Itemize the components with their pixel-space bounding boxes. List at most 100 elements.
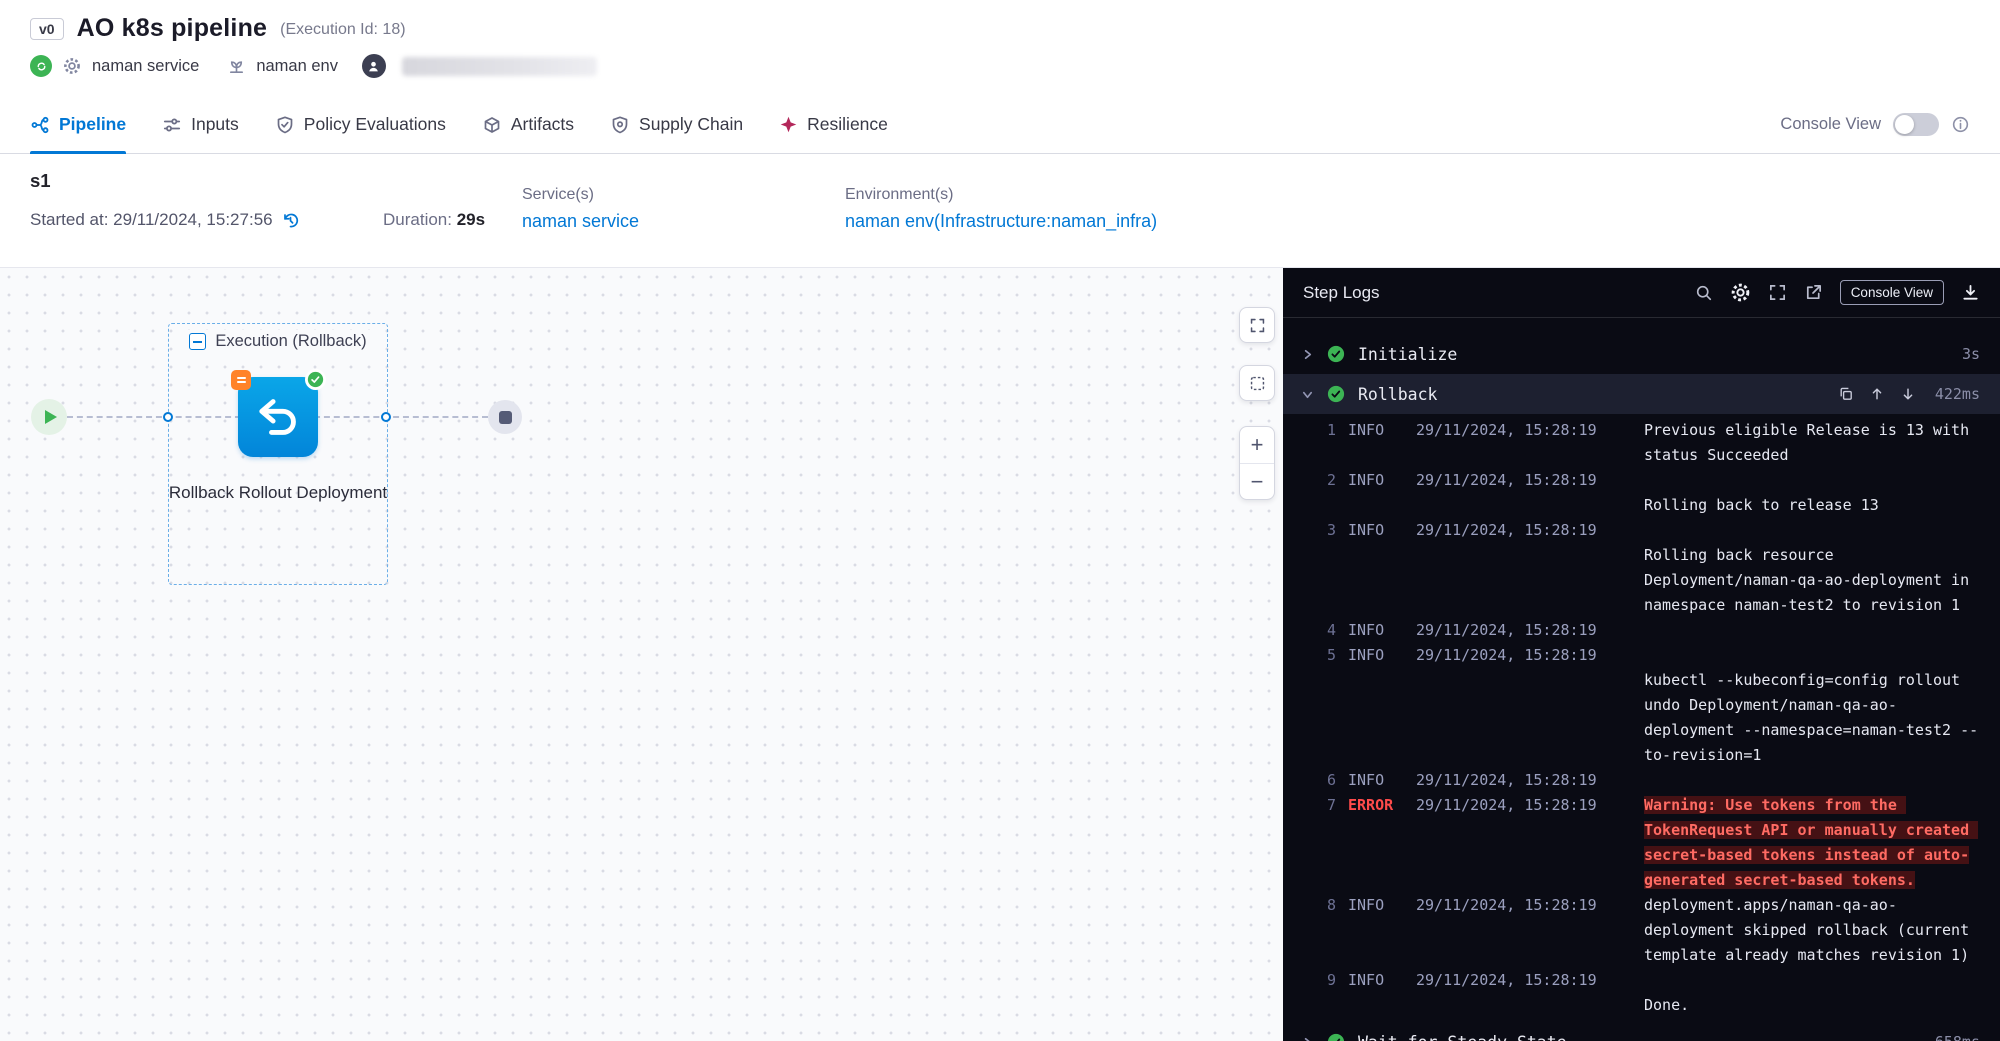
log-line: 3 INFO 29/11/2024, 15:28:19 Rolling back… [1283, 518, 2000, 618]
log-line: 7 ERROR 29/11/2024, 15:28:19 Warning: Us… [1283, 793, 2000, 893]
log-line: 2 INFO 29/11/2024, 15:28:19 Rolling back… [1283, 468, 2000, 518]
tab-artifacts[interactable]: Artifacts [482, 96, 574, 153]
section-name: Rollback [1358, 385, 1437, 404]
log-section-wait-for-steady-state[interactable]: Wait for Steady State 658ms [1283, 1022, 2000, 1041]
strategy-badge-icon [231, 370, 251, 390]
log-timestamp: 29/11/2024, 15:28:19 [1416, 643, 1632, 768]
log-timestamp: 29/11/2024, 15:28:19 [1416, 968, 1632, 1018]
log-level: INFO [1348, 418, 1404, 468]
chevron-down-icon [1301, 388, 1314, 401]
supply-chain-icon [610, 115, 630, 135]
log-panel-title: Step Logs [1303, 283, 1380, 303]
stage-summary-bar: s1 Started at: 29/11/2024, 15:27:56 Dura… [0, 154, 2000, 268]
log-lines-container[interactable]: 1 INFO 29/11/2024, 15:28:19 Previous eli… [1283, 414, 2000, 1022]
canvas-zoom-controls: + − [1239, 426, 1275, 500]
console-view-toggle[interactable] [1893, 113, 1939, 136]
canvas-fullscreen-button[interactable] [1239, 307, 1275, 343]
log-timestamp: 29/11/2024, 15:28:19 [1416, 793, 1632, 893]
tab-policy-evaluations[interactable]: Policy Evaluations [275, 96, 446, 153]
pipeline-version-badge: v0 [30, 18, 64, 40]
log-line-number: 4 [1299, 618, 1336, 643]
redacted-user-text [402, 57, 597, 76]
chevron-right-icon [1301, 1036, 1314, 1041]
log-level: INFO [1348, 768, 1404, 793]
console-view-label: Console View [1780, 115, 1881, 134]
inputs-icon [162, 115, 182, 135]
artifacts-box-icon [482, 115, 502, 135]
section-duration: 3s [1962, 345, 1980, 363]
execution-id: (Execution Id: 18) [280, 21, 405, 39]
log-line: 1 INFO 29/11/2024, 15:28:19 Previous eli… [1283, 418, 2000, 468]
edge-connector [163, 412, 173, 422]
step-node-label: Rollback Rollout Deployment [168, 480, 388, 506]
triggered-by-avatar [362, 54, 386, 78]
success-check-icon [1327, 385, 1345, 403]
tab-pipeline[interactable]: Pipeline [30, 96, 126, 153]
log-line: 4 INFO 29/11/2024, 15:28:19 [1283, 618, 2000, 643]
rollback-arrow-icon [252, 391, 304, 443]
log-level: INFO [1348, 518, 1404, 618]
log-level: INFO [1348, 468, 1404, 518]
rollback-step-node[interactable] [238, 377, 318, 457]
log-section-rollback[interactable]: Rollback 422ms [1283, 374, 2000, 414]
log-settings-gear-icon[interactable] [1730, 282, 1751, 303]
canvas-select-button[interactable] [1239, 365, 1275, 401]
log-line: 9 INFO 29/11/2024, 15:28:19 Done. [1283, 968, 2000, 1018]
section-name: Wait for Steady State [1358, 1033, 1567, 1041]
zoom-in-button[interactable]: + [1240, 427, 1274, 463]
edge-connector [381, 412, 391, 422]
service-link[interactable]: naman service [522, 211, 639, 232]
log-level: INFO [1348, 893, 1404, 968]
zoom-out-button[interactable]: − [1240, 463, 1274, 499]
success-check-icon [1327, 1033, 1345, 1041]
log-search-icon[interactable] [1695, 284, 1713, 302]
copy-logs-icon[interactable] [1838, 386, 1854, 402]
log-message: Rolling back to release 13 [1644, 468, 1984, 518]
log-expand-icon[interactable] [1768, 283, 1787, 302]
log-message: Previous eligible Release is 13 with sta… [1644, 418, 1984, 468]
log-message [1644, 618, 1984, 643]
console-view-button[interactable]: Console View [1840, 280, 1944, 305]
pipeline-end-node[interactable] [488, 400, 522, 434]
log-level: INFO [1348, 618, 1404, 643]
history-icon[interactable] [281, 211, 300, 230]
tab-inputs[interactable]: Inputs [162, 96, 239, 153]
open-in-new-tab-icon[interactable] [1804, 283, 1823, 302]
group-label: Execution (Rollback) [215, 332, 366, 351]
scroll-to-bottom-icon[interactable] [1900, 386, 1916, 402]
log-level: ERROR [1348, 793, 1404, 893]
log-timestamp: 29/11/2024, 15:28:19 [1416, 418, 1632, 468]
scroll-to-top-icon[interactable] [1869, 386, 1885, 402]
step-success-check-icon [305, 369, 326, 390]
tab-label: Pipeline [59, 114, 126, 135]
execution-header: v0 AO k8s pipeline (Execution Id: 18) na… [0, 0, 2000, 96]
duration-value: 29s [457, 210, 485, 229]
execution-tab-bar: Pipeline Inputs Policy Evaluations Artif… [0, 96, 2000, 154]
log-message: Rolling back resource Deployment/naman-q… [1644, 518, 1984, 618]
environment-name: naman env [256, 57, 338, 76]
collapse-group-button[interactable] [189, 333, 206, 350]
tab-resilience[interactable]: Resilience [779, 96, 888, 153]
download-logs-icon[interactable] [1961, 283, 1980, 302]
cd-module-icon [30, 55, 52, 77]
log-message: kubectl --kubeconfig=config rollout undo… [1644, 643, 1984, 768]
log-line-number: 2 [1299, 468, 1336, 518]
log-section-initialize[interactable]: Initialize 3s [1283, 334, 2000, 374]
environments-label: Environment(s) [845, 186, 1157, 204]
pipeline-canvas[interactable]: Execution (Rollback) Rollback Rollout De… [0, 268, 1283, 1041]
tab-label: Policy Evaluations [304, 114, 446, 135]
info-icon[interactable] [1951, 115, 1970, 134]
environment-icon [227, 57, 246, 76]
tab-supply-chain[interactable]: Supply Chain [610, 96, 743, 153]
log-timestamp: 29/11/2024, 15:28:19 [1416, 768, 1632, 793]
step-logs-panel: Step Logs Console View [1283, 268, 2000, 1041]
log-line-number: 1 [1299, 418, 1336, 468]
log-line-number: 7 [1299, 793, 1336, 893]
section-duration: 422ms [1935, 385, 1980, 403]
service-name: naman service [92, 57, 199, 76]
log-timestamp: 29/11/2024, 15:28:19 [1416, 893, 1632, 968]
success-check-icon [1327, 345, 1345, 363]
pipeline-icon [30, 115, 50, 135]
pipeline-start-node[interactable] [31, 399, 67, 435]
environment-link[interactable]: naman env(Infrastructure:naman_infra) [845, 211, 1157, 232]
